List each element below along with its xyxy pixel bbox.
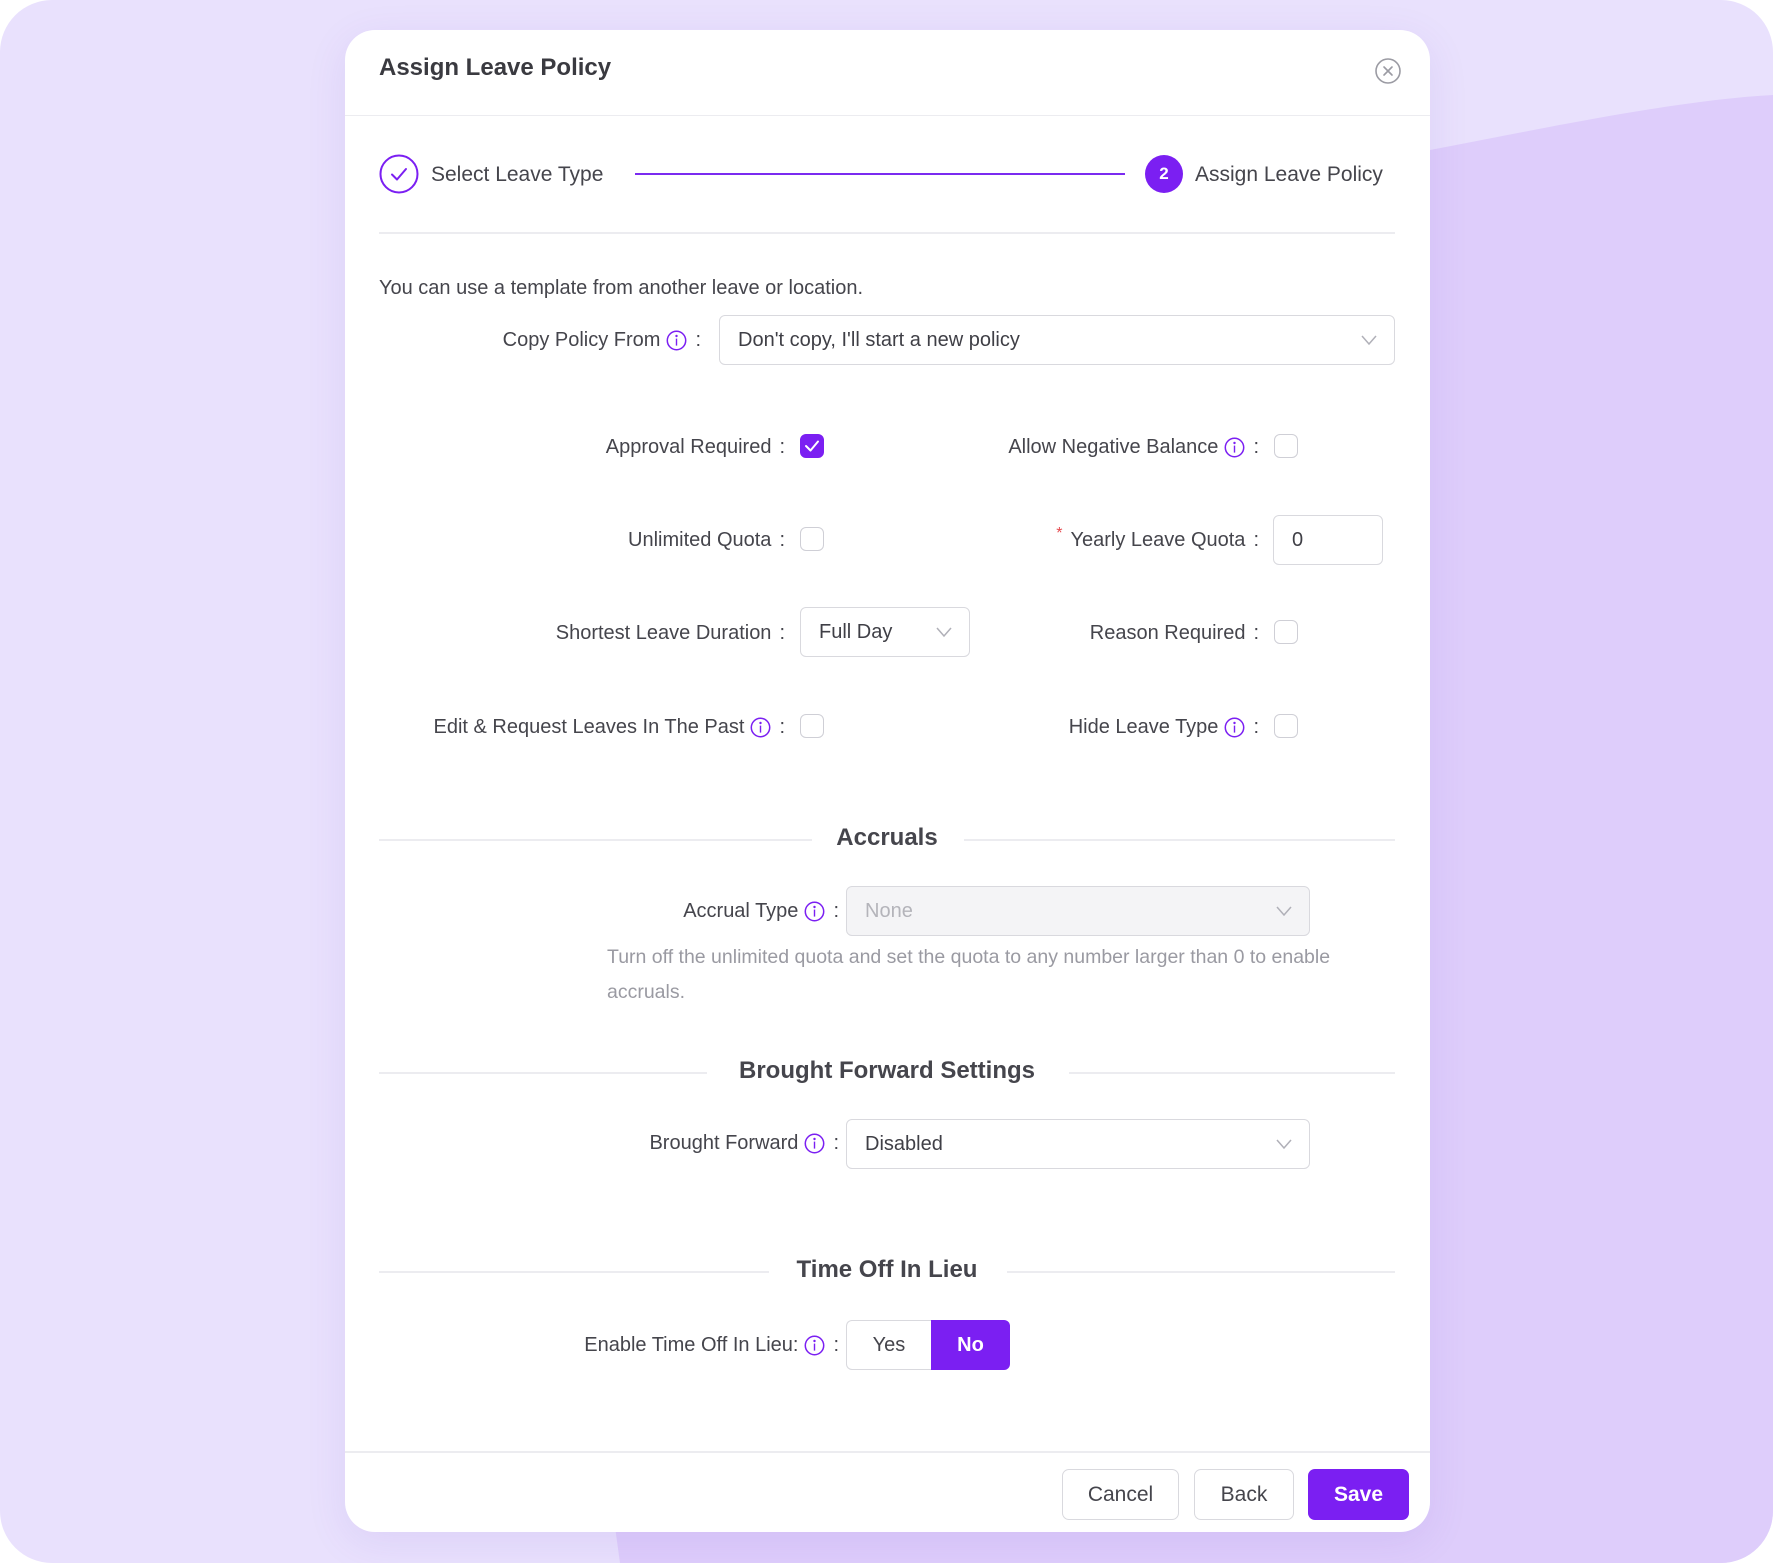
edit-request-past-label-text: Edit & Request Leaves In The Past — [433, 715, 745, 738]
approval-required-label-text: Approval Required — [605, 435, 772, 458]
colon: : — [1253, 435, 1259, 458]
chevron-down-icon — [1276, 1139, 1292, 1150]
brought-forward-section-heading: Brought Forward Settings — [379, 1057, 1395, 1087]
divider — [964, 839, 1395, 841]
divider — [1007, 1271, 1395, 1273]
checkmark-icon — [805, 440, 819, 452]
brought-forward-value: Disabled — [865, 1132, 943, 1155]
reason-required-checkbox[interactable] — [1274, 620, 1298, 644]
yearly-leave-quota-input[interactable] — [1273, 515, 1383, 565]
copy-policy-label: Copy Policy From : — [379, 315, 701, 365]
colon: : — [1253, 621, 1259, 644]
colon: : — [833, 899, 839, 922]
info-icon[interactable] — [804, 1133, 825, 1154]
accrual-type-select[interactable]: None — [846, 886, 1310, 936]
colon: : — [1253, 528, 1259, 551]
toil-no-option[interactable]: No — [931, 1320, 1010, 1370]
yearly-leave-quota-label-text: Yearly Leave Quota — [1070, 528, 1246, 551]
copy-policy-value: Don't copy, I'll start a new policy — [738, 328, 1020, 351]
page-background: Assign Leave Policy Select Leave Type 2 … — [0, 0, 1773, 1563]
enable-toil-label-text: Enable Time Off In Lieu: — [584, 1333, 799, 1356]
save-button[interactable]: Save — [1308, 1469, 1409, 1520]
allow-negative-balance-label: Allow Negative Balance : — [825, 432, 1259, 462]
reason-required-label-text: Reason Required — [1089, 621, 1246, 644]
accrual-type-value: None — [865, 899, 913, 922]
step-1-label: Select Leave Type — [431, 163, 604, 186]
hide-leave-type-label-text: Hide Leave Type — [1068, 715, 1219, 738]
chevron-down-icon — [1276, 906, 1292, 917]
edit-request-past-label: Edit & Request Leaves In The Past : — [365, 712, 786, 742]
approval-required-checkbox[interactable] — [800, 434, 824, 458]
unlimited-quota-checkbox[interactable] — [800, 527, 824, 551]
copy-policy-label-text: Copy Policy From — [502, 328, 661, 351]
info-icon[interactable] — [666, 330, 687, 351]
colon: : — [779, 528, 785, 551]
colon: : — [1253, 715, 1259, 738]
colon: : — [833, 1131, 839, 1154]
yearly-leave-quota-label: * Yearly Leave Quota : — [825, 525, 1259, 555]
enable-toil-label: Enable Time Off In Lieu: : — [379, 1330, 839, 1360]
colon: : — [779, 715, 785, 738]
colon: : — [833, 1333, 839, 1356]
toil-yes-option[interactable]: Yes — [846, 1320, 931, 1370]
brought-forward-label: Brought Forward : — [379, 1128, 839, 1158]
copy-policy-select[interactable]: Don't copy, I'll start a new policy — [719, 315, 1395, 365]
back-button[interactable]: Back — [1194, 1469, 1294, 1520]
hide-leave-type-label: Hide Leave Type : — [825, 712, 1259, 742]
accruals-help-text: Turn off the unlimited quota and set the… — [607, 946, 1331, 1003]
edit-request-past-checkbox[interactable] — [800, 714, 824, 738]
shortest-leave-duration-label-text: Shortest Leave Duration — [555, 621, 772, 644]
toil-section-heading: Time Off In Lieu — [379, 1256, 1395, 1286]
modal-title: Assign Leave Policy — [379, 54, 612, 81]
stepper: Select Leave Type 2 Assign Leave Policy — [379, 152, 1395, 196]
accruals-heading: Accruals — [836, 824, 938, 851]
check-circle-icon — [379, 154, 419, 194]
divider — [379, 232, 1395, 234]
colon: : — [695, 328, 701, 351]
chevron-down-icon — [1361, 335, 1377, 346]
close-icon[interactable] — [1374, 57, 1402, 85]
allow-negative-balance-label-text: Allow Negative Balance — [1008, 435, 1219, 458]
colon: : — [779, 435, 785, 458]
unlimited-quota-label-text: Unlimited Quota — [628, 528, 772, 551]
step-2-number-badge: 2 — [1145, 155, 1183, 193]
info-icon[interactable] — [804, 901, 825, 922]
assign-leave-policy-modal: Assign Leave Policy Select Leave Type 2 … — [345, 30, 1430, 1532]
footer-divider — [345, 1451, 1430, 1453]
allow-negative-balance-checkbox[interactable] — [1274, 434, 1298, 458]
step-connector-line — [635, 173, 1125, 175]
step-2-label: Assign Leave Policy — [1195, 163, 1383, 186]
required-marker: * — [1056, 525, 1063, 542]
brought-forward-label-text: Brought Forward — [649, 1131, 799, 1154]
accrual-type-label-text: Accrual Type — [683, 899, 799, 922]
info-icon[interactable] — [804, 1335, 825, 1356]
unlimited-quota-label: Unlimited Quota : — [379, 525, 785, 555]
brought-forward-select[interactable]: Disabled — [846, 1119, 1310, 1169]
shortest-leave-duration-label: Shortest Leave Duration : — [379, 618, 785, 648]
modal-header: Assign Leave Policy — [345, 30, 1430, 116]
colon: : — [779, 621, 785, 644]
info-icon[interactable] — [1224, 717, 1245, 738]
intro-text: You can use a template from another leav… — [379, 277, 864, 299]
accrual-type-label: Accrual Type : — [379, 896, 839, 926]
info-icon[interactable] — [750, 717, 771, 738]
enable-toil-toggle: Yes No — [846, 1320, 1010, 1370]
cancel-button[interactable]: Cancel — [1062, 1469, 1179, 1520]
toil-heading: Time Off In Lieu — [796, 1256, 978, 1283]
reason-required-label: Reason Required : — [825, 618, 1259, 648]
info-icon[interactable] — [1224, 437, 1245, 458]
divider — [1069, 1072, 1395, 1074]
brought-forward-heading: Brought Forward Settings — [739, 1057, 1035, 1084]
accruals-section-heading: Accruals — [379, 824, 1395, 854]
hide-leave-type-checkbox[interactable] — [1274, 714, 1298, 738]
approval-required-label: Approval Required : — [379, 432, 785, 462]
